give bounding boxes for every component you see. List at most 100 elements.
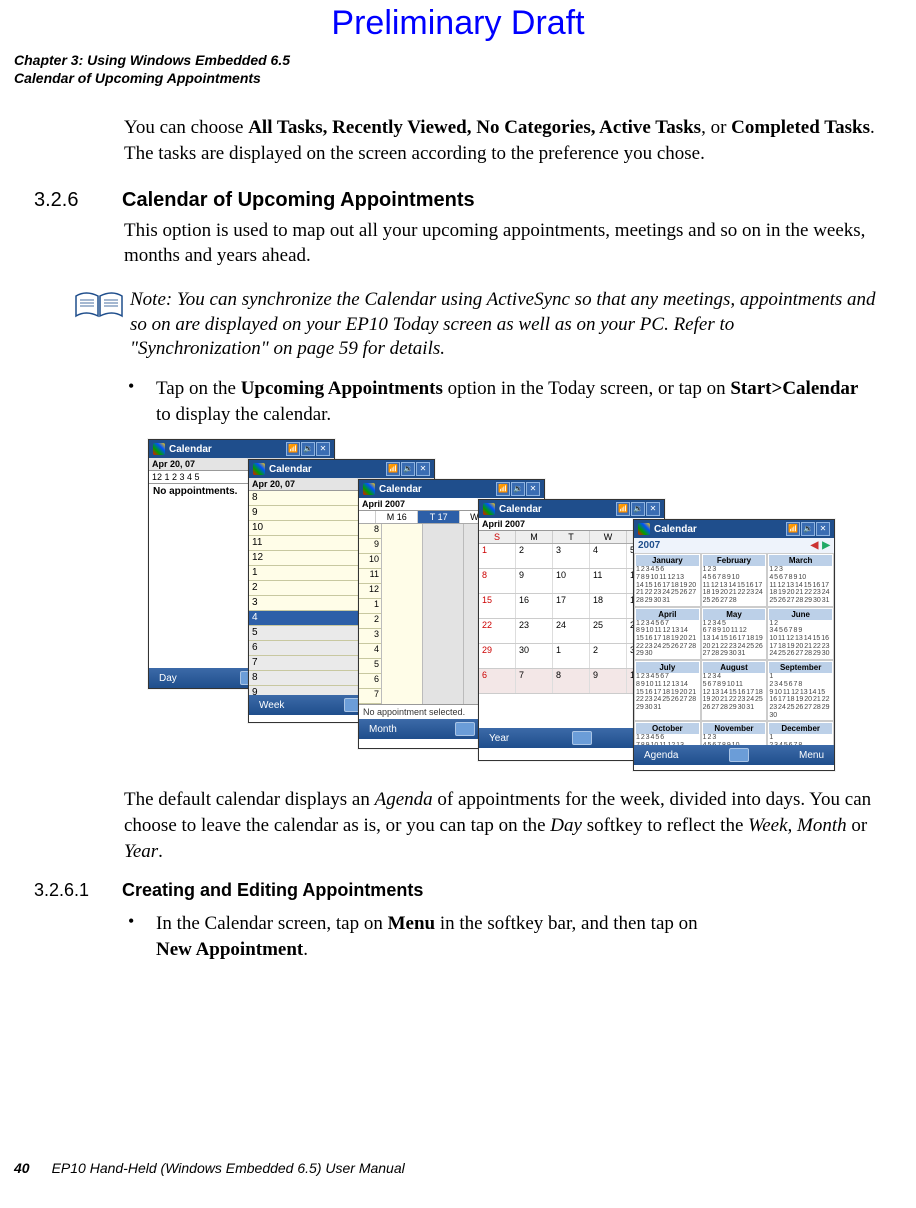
mini-month: January1 2 3 4 5 67 8 9 10 11 12 1314 15…	[634, 553, 701, 606]
section-number: 3.2.6	[34, 189, 96, 212]
text-bold: New Appointment	[156, 939, 303, 960]
mini-month-name: May	[703, 609, 766, 620]
mini-month-name: December	[769, 723, 832, 734]
text-italic: Calendar	[205, 913, 274, 934]
date-cell: 4	[590, 544, 627, 568]
note-block: Note: You can synchronize the Calendar u…	[74, 288, 876, 362]
date-label: Apr 20, 07	[152, 459, 195, 469]
subsection-heading: 3.2.6.1 Creating and Editing Appointment…	[34, 880, 876, 901]
start-icon	[253, 463, 265, 475]
date-cell: 9	[590, 669, 627, 693]
date-cell: 3	[553, 544, 590, 568]
speaker-icon: 🔉	[511, 482, 525, 496]
speaker-icon: 🔉	[301, 442, 315, 456]
softkey-left[interactable]: Agenda	[644, 750, 678, 761]
text: option in the Today screen, or tap on	[443, 378, 730, 399]
subsection-number: 3.2.6.1	[34, 880, 108, 901]
softkey-left[interactable]: Day	[159, 673, 177, 684]
mini-month: July1 2 3 4 5 6 78 9 10 11 12 13 1415 16…	[634, 660, 701, 721]
dow-cell: T	[553, 531, 590, 543]
mini-month-days: 12 3 4 5 6 7 89 10 11 12 13 14 1516 17 1…	[769, 673, 832, 719]
prev-year-icon[interactable]: ◀	[811, 540, 819, 551]
hour-label: 12	[359, 584, 381, 599]
softkey-right[interactable]: Menu	[799, 750, 824, 761]
bullet-marker: •	[128, 376, 156, 427]
window-title: Calendar	[499, 504, 542, 515]
date-cell: 29	[479, 644, 516, 668]
close-icon: ✕	[816, 522, 830, 536]
mini-month-name: March	[769, 555, 832, 566]
hour-label: 4	[359, 644, 381, 659]
close-icon: ✕	[646, 502, 660, 516]
text: The default calendar displays an	[124, 789, 375, 810]
day-column	[381, 524, 422, 704]
draft-watermark: Preliminary Draft	[40, 0, 876, 43]
text: Tap on the	[156, 378, 241, 399]
softkey-left[interactable]: Month	[369, 724, 397, 735]
hour-label: 6	[359, 674, 381, 689]
softkey-left[interactable]: Year	[489, 733, 509, 744]
speaker-icon: 🔉	[401, 462, 415, 476]
chapter-line-2: Calendar of Upcoming Appointments	[14, 69, 876, 87]
mini-month: June1 23 4 5 6 7 8 910 11 12 13 14 15 16…	[767, 607, 834, 660]
section-body: This option is used to map out all your …	[124, 218, 876, 269]
window-title: Calendar	[654, 524, 697, 535]
hour-label: 1	[359, 599, 381, 614]
sys-icons: 📶🔉✕	[386, 462, 430, 476]
mini-month-name: November	[703, 723, 766, 734]
text: In the	[156, 913, 205, 934]
year-body: January1 2 3 4 5 67 8 9 10 11 12 1314 15…	[634, 553, 834, 745]
bullet-item: • Tap on the Upcoming Appointments optio…	[124, 376, 876, 427]
hour-label: 10	[359, 554, 381, 569]
text-italic: Year	[124, 841, 158, 862]
page-number: 40	[14, 1160, 30, 1176]
mini-month-days: 1 2 34 5 6 7 8 9 1011 12 13 14 15 16 171…	[769, 566, 832, 604]
mini-month-days: 1 2 34 5 6 7 8 9 1011 12 13 14 15 16 171…	[703, 734, 766, 745]
hour-label: 7	[359, 689, 381, 704]
date-cell: 1	[553, 644, 590, 668]
text-bold: Start>Calendar	[730, 378, 858, 399]
year-nav: 2007 ◀▶	[634, 538, 834, 553]
date-cell: 25	[590, 619, 627, 643]
mini-month-name: January	[636, 555, 699, 566]
text-bold: Completed Tasks	[731, 117, 870, 138]
mini-month: March1 2 34 5 6 7 8 9 1011 12 13 14 15 1…	[767, 553, 834, 606]
mini-month-name: April	[636, 609, 699, 620]
mini-month-days: 1 23 4 5 6 7 8 910 11 12 13 14 15 1617 1…	[769, 620, 832, 658]
date-cell: 1	[479, 544, 516, 568]
mini-month-name: July	[636, 662, 699, 673]
note-text: Note: You can synchronize the Calendar u…	[130, 288, 876, 362]
mini-month-days: 1 2 3 4 5 6 78 9 10 11 12 13 1415 16 17 …	[636, 673, 699, 711]
start-icon	[363, 483, 375, 495]
text: .	[303, 939, 308, 960]
softkey-left[interactable]: Week	[259, 700, 284, 711]
text: screen, tap on	[273, 913, 387, 934]
window-title: Calendar	[169, 444, 212, 455]
date-cell: 16	[516, 594, 553, 618]
mini-month: February1 2 34 5 6 7 8 9 1011 12 13 14 1…	[701, 553, 768, 606]
mini-month-days: 1 2 3 4 5 67 8 9 10 11 12 1314 15 16 17 …	[636, 566, 699, 604]
date-cell: 10	[553, 569, 590, 593]
speaker-icon: 🔉	[801, 522, 815, 536]
text: or	[847, 815, 868, 836]
hour-label: 8	[359, 524, 381, 539]
keyboard-icon[interactable]	[455, 722, 475, 736]
date-cell: 15	[479, 594, 516, 618]
next-year-icon[interactable]: ▶	[822, 540, 830, 551]
mini-month: April1 2 3 4 5 6 78 9 10 11 12 13 1415 1…	[634, 607, 701, 660]
mini-month-name: October	[636, 723, 699, 734]
date-cell: 30	[516, 644, 553, 668]
date-cell: 22	[479, 619, 516, 643]
mini-month-days: 1 2 3 4 56 7 8 9 10 11 1213 14 15 16 17 …	[703, 620, 766, 658]
text: , or	[701, 117, 731, 138]
keyboard-icon[interactable]	[729, 748, 749, 762]
chapter-line-1: Chapter 3: Using Windows Embedded 6.5	[14, 51, 876, 69]
keyboard-icon[interactable]	[572, 731, 592, 745]
signal-icon: 📶	[286, 442, 300, 456]
text-bold: Upcoming Appointments	[241, 378, 443, 399]
date-cell: 11	[590, 569, 627, 593]
text: .	[158, 841, 163, 862]
text: You can choose	[124, 117, 248, 138]
hour-label: 3	[359, 629, 381, 644]
section-title: Calendar of Upcoming Appointments	[122, 189, 475, 212]
